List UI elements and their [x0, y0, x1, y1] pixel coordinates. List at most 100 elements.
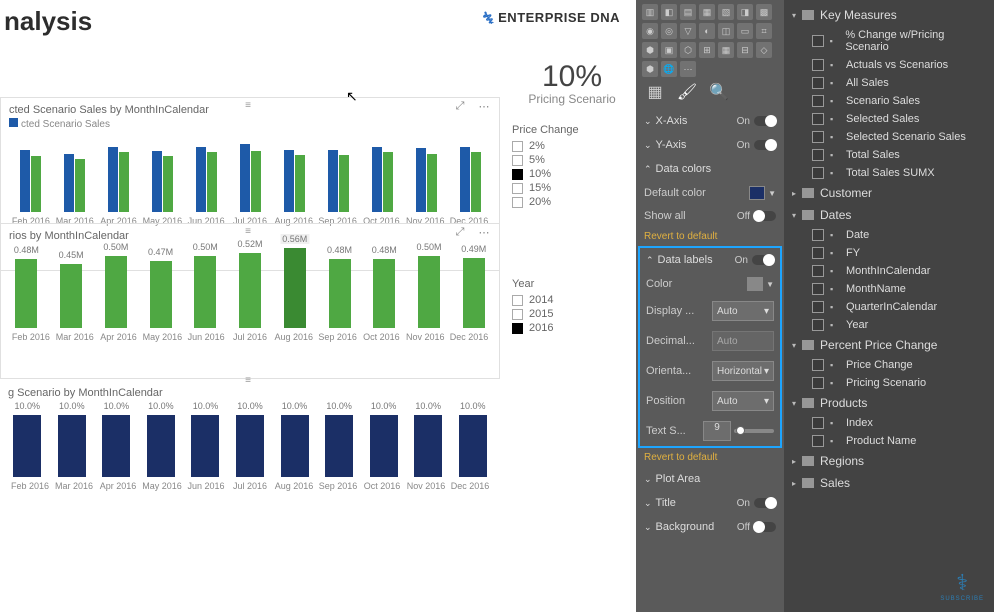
- slicer-option[interactable]: 15%: [512, 182, 632, 194]
- viz-icon[interactable]: ⬡: [680, 42, 696, 58]
- field-table[interactable]: ▸Sales: [784, 472, 994, 494]
- toggle-x-axis[interactable]: On: [737, 116, 776, 127]
- revert-link[interactable]: Revert to default: [642, 448, 778, 467]
- input-text-size[interactable]: 9: [703, 421, 731, 441]
- field-table[interactable]: ▾Percent Price Change: [784, 334, 994, 356]
- field-item[interactable]: ▪Product Name: [784, 432, 994, 450]
- toggle-background[interactable]: Off: [737, 522, 776, 533]
- toggle-show-all[interactable]: Off: [737, 211, 776, 222]
- viz-icon[interactable]: ▣: [661, 42, 677, 58]
- toggle-title[interactable]: On: [737, 498, 776, 509]
- field-item[interactable]: ▪% Change w/Pricing Scenario: [784, 26, 994, 56]
- viz-icon[interactable]: ▩: [756, 4, 772, 20]
- field-item[interactable]: ▪MonthInCalendar: [784, 262, 994, 280]
- focus-icon[interactable]: ⤢: [451, 100, 469, 114]
- chevron-down-icon: ⌄: [644, 140, 652, 151]
- field-item[interactable]: ▪Actuals vs Scenarios: [784, 56, 994, 74]
- visualizations-gallery[interactable]: ▥◧▤▦▧◨▩ ◉◎▽◐◫▭⌗ ⬢▣⬡⊞▦⊟◇ ⬢🌐⋯: [642, 4, 778, 77]
- viz-icon[interactable]: ⬢: [642, 42, 658, 58]
- viz-icon[interactable]: ⋯: [680, 61, 696, 77]
- slider-text-size[interactable]: [734, 429, 774, 433]
- viz-icon[interactable]: ◎: [661, 23, 677, 39]
- section-title[interactable]: ⌄ Title On: [642, 491, 778, 515]
- toggle-y-axis[interactable]: On: [737, 140, 776, 151]
- field-item[interactable]: ▪Selected Scenario Sales: [784, 128, 994, 146]
- revert-link[interactable]: Revert to default: [642, 227, 778, 246]
- field-table[interactable]: ▸Customer: [784, 182, 994, 204]
- chevron-down-icon[interactable]: ▼: [768, 189, 776, 198]
- viz-icon[interactable]: ▦: [718, 42, 734, 58]
- visual-3[interactable]: g Scenario by MonthInCalendar 10.0%10.0%…: [0, 381, 500, 529]
- field-item[interactable]: ▪Scenario Sales: [784, 92, 994, 110]
- chevron-down-icon: ⌄: [644, 116, 652, 127]
- format-tab-icon[interactable]: 🖌: [678, 83, 696, 101]
- viz-icon[interactable]: ◇: [756, 42, 772, 58]
- field-item[interactable]: ▪QuarterInCalendar: [784, 298, 994, 316]
- toggle-data-labels[interactable]: On: [735, 255, 774, 266]
- section-data-colors[interactable]: ⌃ Data colors: [642, 157, 778, 181]
- color-swatch[interactable]: [747, 277, 763, 291]
- field-item[interactable]: ▪Total Sales SUMX: [784, 164, 994, 182]
- field-item[interactable]: ▪Index: [784, 414, 994, 432]
- slicer-option[interactable]: 10%: [512, 168, 632, 180]
- focus-icon[interactable]: ⤢: [451, 226, 469, 240]
- viz-icon[interactable]: ◐: [699, 23, 715, 39]
- viz-icon[interactable]: ◨: [737, 4, 753, 20]
- viz-icon[interactable]: ▧: [718, 4, 734, 20]
- slicer-price-change[interactable]: Price Change 2%5%10%15%20%: [512, 124, 632, 208]
- more-icon[interactable]: ⋯: [475, 226, 493, 240]
- resize-handle[interactable]: ≡: [245, 100, 255, 111]
- field-table[interactable]: ▾Key Measures: [784, 4, 994, 26]
- chevron-down-icon[interactable]: ▼: [766, 280, 774, 289]
- section-plot-area[interactable]: ⌄ Plot Area: [642, 467, 778, 491]
- label-position: Position: [646, 395, 685, 407]
- viz-icon[interactable]: ◉: [642, 23, 658, 39]
- dropdown-display-units[interactable]: Auto▾: [712, 301, 774, 321]
- viz-icon[interactable]: ▭: [737, 23, 753, 39]
- field-item[interactable]: ▪Selected Sales: [784, 110, 994, 128]
- field-item[interactable]: ▪Price Change: [784, 356, 994, 374]
- viz-icon[interactable]: ⊞: [699, 42, 715, 58]
- slicer-option[interactable]: 2015: [512, 308, 632, 320]
- field-item[interactable]: ▪Pricing Scenario: [784, 374, 994, 392]
- viz-icon[interactable]: ▽: [680, 23, 696, 39]
- slicer-year[interactable]: Year 201420152016: [512, 278, 632, 334]
- viz-icon[interactable]: ▥: [642, 4, 658, 20]
- slicer-option[interactable]: 2014: [512, 294, 632, 306]
- section-data-labels[interactable]: ⌃ Data labels On: [644, 248, 776, 272]
- viz-icon[interactable]: ▦: [699, 4, 715, 20]
- viz-icon[interactable]: ⊟: [737, 42, 753, 58]
- dropdown-orientation[interactable]: Horizontal▾: [712, 361, 774, 381]
- field-item[interactable]: ▪Date: [784, 226, 994, 244]
- section-background[interactable]: ⌄ Background Off: [642, 515, 778, 539]
- color-swatch[interactable]: [749, 186, 765, 200]
- viz-icon[interactable]: ◧: [661, 4, 677, 20]
- field-item[interactable]: ▪FY: [784, 244, 994, 262]
- resize-handle[interactable]: ≡: [245, 226, 255, 237]
- section-x-axis[interactable]: ⌄ X-Axis On: [642, 109, 778, 133]
- viz-icon[interactable]: ◫: [718, 23, 734, 39]
- field-item[interactable]: ▪Year: [784, 316, 994, 334]
- visual-2[interactable]: ≡ ⤢ ⋯ rios by MonthInCalendar 0.48M0.45M…: [0, 223, 500, 379]
- viz-icon[interactable]: ⌗: [756, 23, 772, 39]
- field-table[interactable]: ▾Products: [784, 392, 994, 414]
- slicer-option[interactable]: 2016: [512, 322, 632, 334]
- viz-icon[interactable]: ▤: [680, 4, 696, 20]
- field-item[interactable]: ▪MonthName: [784, 280, 994, 298]
- section-y-axis[interactable]: ⌄ Y-Axis On: [642, 133, 778, 157]
- fields-tab-icon[interactable]: ▦: [646, 83, 664, 101]
- dropdown-decimal[interactable]: Auto: [712, 331, 774, 351]
- analytics-tab-icon[interactable]: 🔍: [710, 83, 728, 101]
- slicer-option[interactable]: 2%: [512, 140, 632, 152]
- viz-icon[interactable]: 🌐: [661, 61, 677, 77]
- field-item[interactable]: ▪Total Sales: [784, 146, 994, 164]
- slicer-option[interactable]: 20%: [512, 196, 632, 208]
- viz-icon[interactable]: ⬢: [642, 61, 658, 77]
- slicer-option[interactable]: 5%: [512, 154, 632, 166]
- field-table[interactable]: ▸Regions: [784, 450, 994, 472]
- more-icon[interactable]: ⋯: [475, 100, 493, 114]
- label-decimal: Decimal...: [646, 335, 695, 347]
- field-item[interactable]: ▪All Sales: [784, 74, 994, 92]
- dropdown-position[interactable]: Auto▾: [712, 391, 774, 411]
- field-table[interactable]: ▾Dates: [784, 204, 994, 226]
